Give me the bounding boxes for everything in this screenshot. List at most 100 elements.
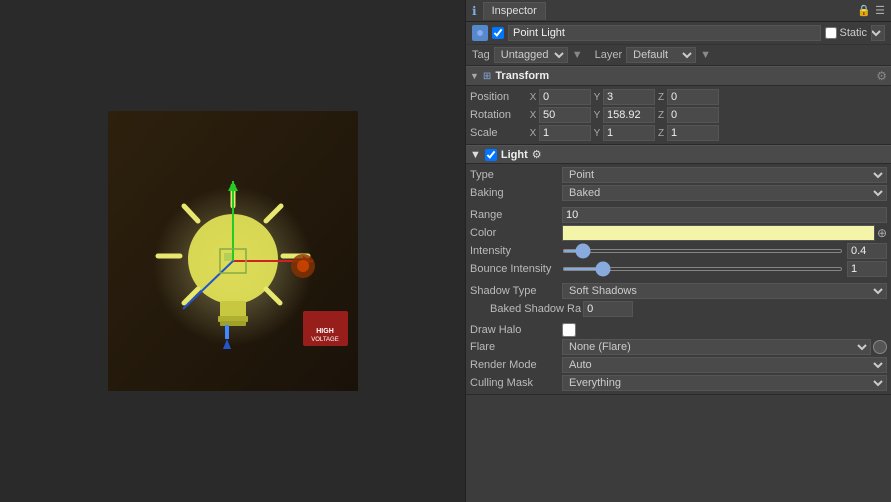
scene-svg: HIGH VOLTAGE xyxy=(108,111,358,391)
scale-z-label: Z xyxy=(656,128,666,139)
rotation-label: Rotation xyxy=(470,109,526,121)
flare-row: Flare None (Flare) xyxy=(470,338,887,356)
object-name-input[interactable] xyxy=(508,25,821,41)
baked-shadow-label: Baked Shadow Ra xyxy=(490,303,581,315)
bounce-intensity-slider[interactable] xyxy=(562,267,843,271)
position-x-input[interactable] xyxy=(539,89,591,105)
position-y-input[interactable] xyxy=(603,89,655,105)
rot-y-label: Y xyxy=(592,110,602,121)
tag-layer-row: Tag Untagged ▼ Layer Default ▼ xyxy=(466,45,891,66)
shadow-type-label: Shadow Type xyxy=(470,285,560,297)
rotation-y-input[interactable] xyxy=(603,107,655,123)
rot-z-label: Z xyxy=(656,110,666,121)
render-mode-dropdown[interactable]: Auto xyxy=(562,357,887,373)
scale-z-input[interactable] xyxy=(667,125,719,141)
culling-mask-label: Culling Mask xyxy=(470,377,560,389)
draw-halo-row: Draw Halo xyxy=(470,322,887,338)
light-title: Light xyxy=(501,149,528,161)
static-dropdown[interactable]: ▼ xyxy=(871,25,885,41)
range-input[interactable] xyxy=(562,207,887,223)
static-checkbox[interactable] xyxy=(825,27,837,39)
inspector-tab[interactable]: Inspector xyxy=(483,2,546,20)
bounce-intensity-value-input[interactable] xyxy=(847,261,887,277)
transform-triangle: ▼ xyxy=(470,71,479,81)
baking-row: Baking Baked xyxy=(470,184,887,202)
svg-text:VOLTAGE: VOLTAGE xyxy=(311,337,338,343)
range-label: Range xyxy=(470,209,560,221)
baked-shadow-input[interactable] xyxy=(583,301,633,317)
color-swatch[interactable] xyxy=(562,225,875,241)
scale-x-label: X xyxy=(528,128,538,139)
bounce-slider-row xyxy=(562,261,887,277)
header-icons: 🔒 ☰ xyxy=(857,4,885,17)
type-row: Type Point xyxy=(470,166,887,184)
transform-body: Position X Y Z Rotation X Y Z xyxy=(466,86,891,145)
scale-xyz: X Y Z xyxy=(528,125,887,141)
culling-mask-row: Culling Mask Everything xyxy=(470,374,887,392)
intensity-row: Intensity xyxy=(470,242,887,260)
position-xyz: X Y Z xyxy=(528,89,887,105)
inspector-header: ℹ Inspector 🔒 ☰ xyxy=(466,0,891,22)
scale-row: Scale X Y Z xyxy=(470,124,887,142)
transform-icon: ⊞ xyxy=(483,71,491,82)
range-row: Range xyxy=(470,206,887,224)
scene-view: HIGH VOLTAGE xyxy=(0,0,465,502)
light-enabled-checkbox[interactable] xyxy=(485,149,497,161)
bounce-intensity-label: Bounce Intensity xyxy=(470,263,560,275)
object-enabled-label xyxy=(492,27,504,39)
eyedropper-icon[interactable]: ⊕ xyxy=(877,226,887,240)
shadow-type-row: Shadow Type Soft Shadows xyxy=(470,282,887,300)
position-z-input[interactable] xyxy=(667,89,719,105)
scale-label: Scale xyxy=(470,127,526,139)
render-mode-label: Render Mode xyxy=(470,359,560,371)
menu-icon[interactable]: ☰ xyxy=(875,4,885,17)
light-gear-icon[interactable]: ⚙ xyxy=(532,148,542,161)
object-enabled-checkbox[interactable] xyxy=(492,27,504,39)
rotation-row: Rotation X Y Z xyxy=(470,106,887,124)
lock-icon[interactable]: 🔒 xyxy=(857,4,871,17)
scale-x-input[interactable] xyxy=(539,125,591,141)
intensity-slider[interactable] xyxy=(562,249,843,253)
draw-halo-label: Draw Halo xyxy=(470,324,560,336)
object-svg xyxy=(473,26,487,40)
transform-section-header[interactable]: ▼ ⊞ Transform ⚙ xyxy=(466,66,891,86)
inspector-panel: ℹ Inspector 🔒 ☰ Static xyxy=(465,0,891,502)
main-container: HIGH VOLTAGE ℹ Inspector 🔒 ☰ xyxy=(0,0,891,502)
inspector-icon: ℹ xyxy=(472,4,477,18)
rot-x-label: X xyxy=(528,110,538,121)
intensity-value-input[interactable] xyxy=(847,243,887,259)
position-row: Position X Y Z xyxy=(470,88,887,106)
rotation-xyz: X Y Z xyxy=(528,107,887,123)
rotation-x-input[interactable] xyxy=(539,107,591,123)
transform-gear-icon[interactable]: ⚙ xyxy=(876,69,887,83)
scale-y-input[interactable] xyxy=(603,125,655,141)
bounce-intensity-row: Bounce Intensity xyxy=(470,260,887,278)
culling-mask-dropdown[interactable]: Everything xyxy=(562,375,887,391)
tag-dropdown[interactable]: Untagged xyxy=(494,47,568,63)
position-label: Position xyxy=(470,91,526,103)
baking-dropdown[interactable]: Baked xyxy=(562,185,887,201)
scale-y-label: Y xyxy=(592,128,602,139)
object-icon xyxy=(472,25,488,41)
color-label: Color xyxy=(470,227,560,239)
layer-dropdown[interactable]: Default xyxy=(626,47,696,63)
baked-shadow-row: Baked Shadow Ra xyxy=(470,300,887,318)
light-triangle: ▼ xyxy=(470,149,481,161)
tag-label: Tag xyxy=(472,49,490,61)
layer-label: Layer xyxy=(595,49,623,61)
pos-x-label: X xyxy=(528,92,538,103)
name-row: Static ▼ xyxy=(466,22,891,45)
svg-text:HIGH: HIGH xyxy=(316,328,334,335)
type-dropdown[interactable]: Point xyxy=(562,167,887,183)
flare-pick-icon[interactable] xyxy=(873,340,887,354)
flare-dropdown[interactable]: None (Flare) xyxy=(562,339,871,355)
shadow-type-dropdown[interactable]: Soft Shadows xyxy=(562,283,887,299)
rotation-z-input[interactable] xyxy=(667,107,719,123)
draw-halo-checkbox[interactable] xyxy=(562,323,576,337)
color-row: Color ⊕ xyxy=(470,224,887,242)
light-section-header[interactable]: ▼ Light ⚙ xyxy=(466,145,891,164)
pos-y-label: Y xyxy=(592,92,602,103)
light-body: Type Point Baking Baked Range Color xyxy=(466,164,891,395)
intensity-slider-row xyxy=(562,243,887,259)
type-label: Type xyxy=(470,169,560,181)
